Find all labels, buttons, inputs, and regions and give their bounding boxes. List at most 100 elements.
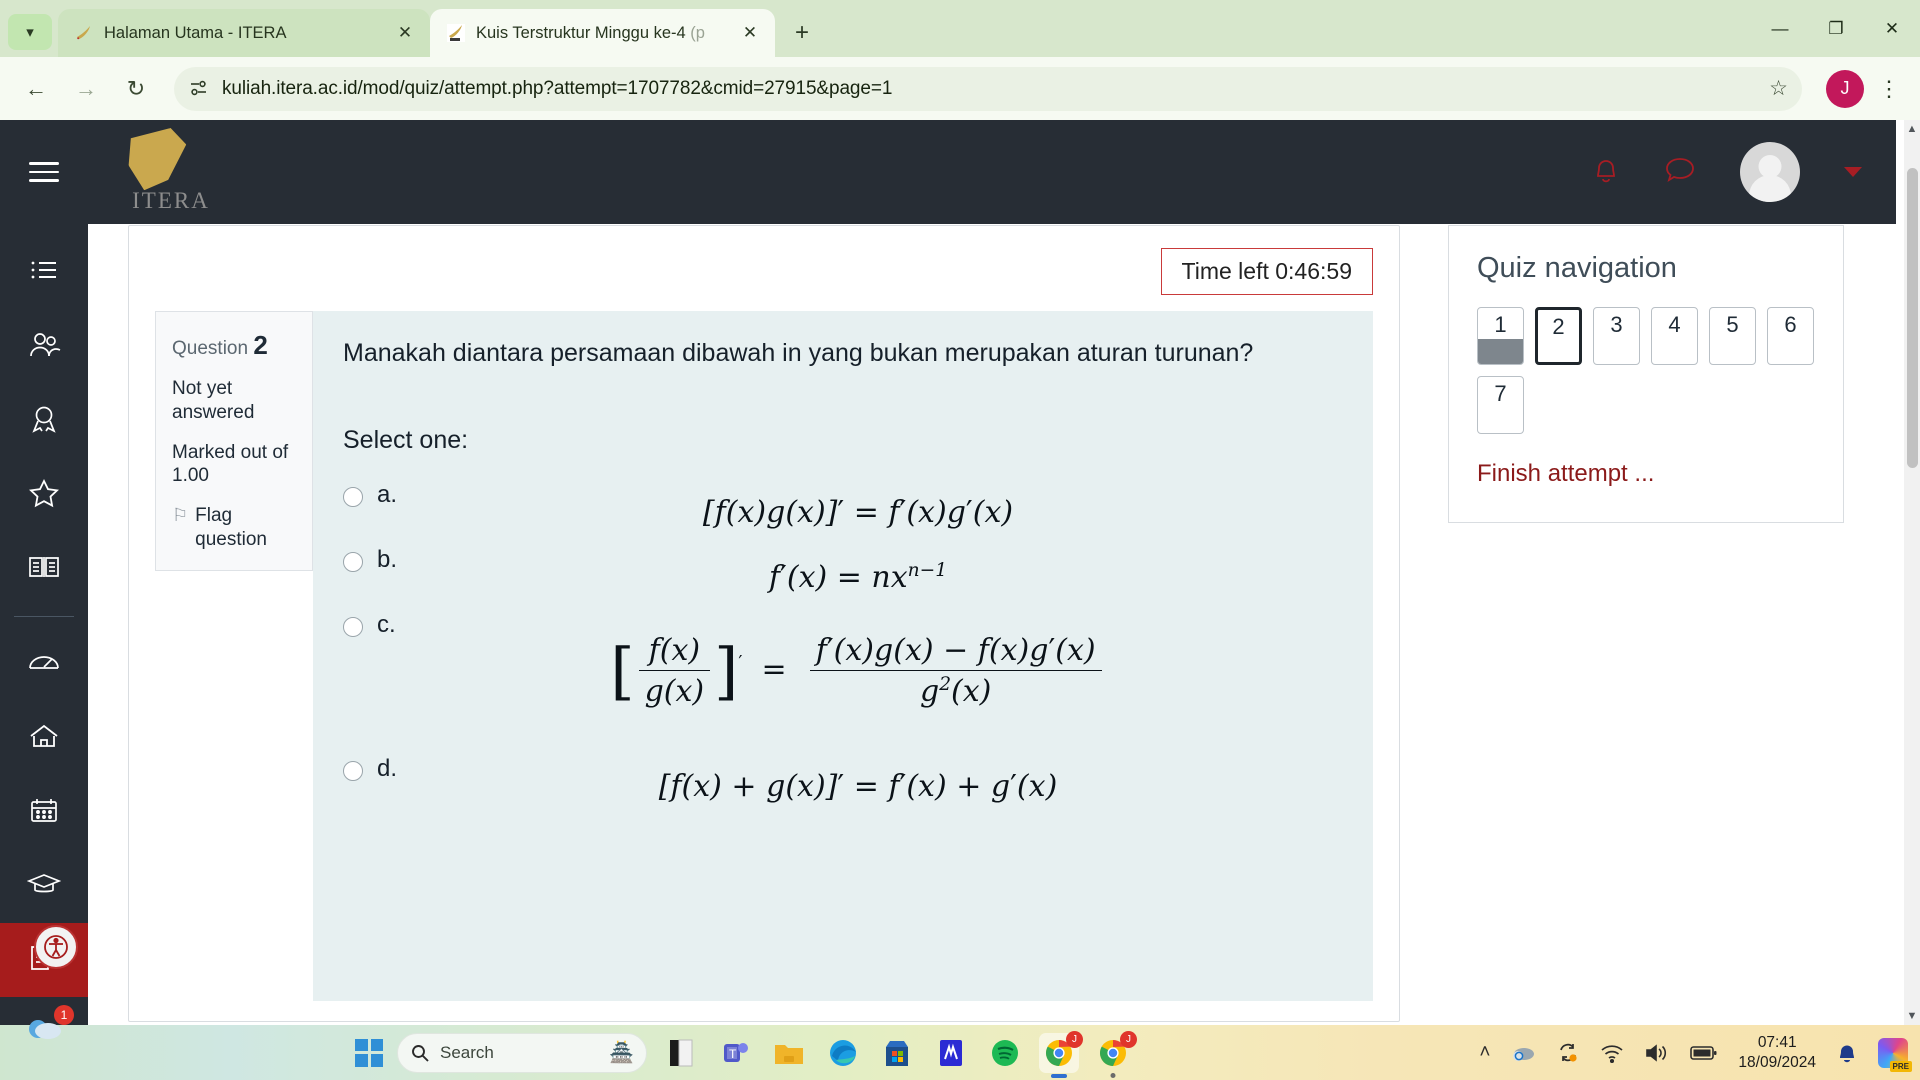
page-scrollbar[interactable]: ▲ ▼	[1904, 120, 1920, 1025]
rail-item-favourites[interactable]	[0, 458, 88, 532]
radio-a[interactable]	[343, 487, 363, 507]
rail-item-dashboard[interactable]	[0, 627, 88, 701]
file-explorer-app-icon[interactable]	[769, 1033, 809, 1073]
rail-item-calendar[interactable]	[0, 775, 88, 849]
window-controls: — ❐ ✕	[1752, 0, 1920, 57]
new-tab-button[interactable]: +	[785, 16, 819, 50]
menu-icon	[29, 156, 59, 188]
onedrive-icon[interactable]	[1510, 1043, 1536, 1063]
quiz-nav-button-4[interactable]: 4	[1651, 307, 1698, 365]
graduation-cap-icon	[26, 871, 62, 902]
back-button[interactable]: ←	[14, 67, 58, 111]
rail-item-courses[interactable]	[0, 532, 88, 606]
battery-icon[interactable]	[1690, 1045, 1718, 1061]
spotify-app-icon[interactable]	[985, 1033, 1025, 1073]
tab-search-icon[interactable]: ▾	[8, 14, 52, 50]
page-content: Time left 0:46:59 Question 2 Not yet ans…	[88, 224, 1896, 1025]
browser-tab-1-title: Halaman Utama - ITERA	[104, 23, 287, 42]
flag-question-button[interactable]: ⚐ Flag question	[172, 504, 296, 552]
bookmark-star-icon[interactable]: ☆	[1769, 76, 1788, 101]
answer-option-a[interactable]: a. [f(x)g(x)]′ = f′(x)g′(x)	[343, 481, 1343, 530]
browser-tab-2-title: Kuis Terstruktur Minggu ke-4 (p	[476, 23, 705, 42]
volume-icon[interactable]	[1644, 1043, 1670, 1063]
chrome-app-icon-1[interactable]: J	[1039, 1030, 1083, 1078]
list-icon	[29, 258, 59, 289]
answer-letter-b: b.	[377, 546, 398, 573]
close-window-icon[interactable]: ✕	[1864, 6, 1920, 52]
question-content: Manakah diantara persamaan dibawah in ya…	[313, 311, 1373, 1001]
radio-d[interactable]	[343, 761, 363, 781]
question-text: Manakah diantara persamaan dibawah in ya…	[343, 339, 1254, 367]
notification-count-badge: 1	[54, 1004, 74, 1025]
browser-tab-1[interactable]: Halaman Utama - ITERA ✕	[58, 9, 430, 57]
quiz-nav-button-5[interactable]: 5	[1709, 307, 1756, 365]
scrollbar-thumb[interactable]	[1907, 168, 1918, 468]
radio-b[interactable]	[343, 552, 363, 572]
rail-item-home[interactable]	[0, 701, 88, 775]
notepad-app-icon[interactable]	[661, 1033, 701, 1073]
taskbar-clock[interactable]: 07:41 18/09/2024	[1738, 1033, 1816, 1072]
gauge-icon	[27, 648, 61, 681]
app-open-indicator	[1110, 1072, 1116, 1078]
menu-toggle-button[interactable]	[0, 120, 88, 224]
browser-tab-2-close-icon[interactable]: ✕	[737, 20, 763, 46]
browser-tab-2[interactable]: Kuis Terstruktur Minggu ke-4 (p ✕	[430, 9, 775, 57]
chevron-down-icon[interactable]	[1844, 167, 1862, 177]
quiz-nav-button-3[interactable]: 3	[1593, 307, 1640, 365]
chrome-badge-2: J	[1120, 1030, 1137, 1048]
answer-option-c[interactable]: c. [f(x) g(x)]′ = f′(x)g(x) − f(x)g′(x) g2…	[343, 611, 1343, 709]
maximize-icon[interactable]: ❐	[1808, 6, 1864, 52]
bell-icon[interactable]	[1592, 154, 1620, 191]
answer-formula-b: f′(x) = nxn−1	[768, 560, 948, 595]
question-number: 2	[253, 330, 268, 360]
browser-profile-avatar[interactable]: J	[1826, 69, 1864, 108]
answer-option-d[interactable]: d. [f(x) + g(x)]′ = f′(x) + g′(x)	[343, 755, 1343, 804]
forward-button[interactable]: →	[64, 67, 108, 111]
itera-logo-text: ITERA	[132, 188, 210, 213]
browser-chrome: ▾ Halaman Utama - ITERA ✕ Kuis Terstrukt…	[0, 0, 1920, 120]
sync-icon[interactable]	[1556, 1042, 1580, 1064]
select-one-label: Select one:	[343, 426, 469, 454]
weather-widget[interactable]: 1	[24, 1003, 74, 1047]
flag-icon: ⚐	[172, 505, 189, 525]
microsoft-store-app-icon[interactable]	[877, 1033, 917, 1073]
chat-icon[interactable]	[1664, 155, 1696, 190]
quiz-navigation-panel: Quiz navigation 1 2 3 4 5 6 7 Finish att…	[1448, 225, 1844, 523]
address-bar[interactable]: kuliah.itera.ac.id/mod/quiz/attempt.php?…	[174, 66, 1802, 111]
accessibility-icon[interactable]	[34, 925, 78, 969]
quiz-nav-button-7[interactable]: 7	[1477, 376, 1524, 434]
reload-button[interactable]: ↻	[114, 67, 158, 111]
scroll-up-arrow-icon[interactable]: ▲	[1904, 120, 1920, 138]
quiz-nav-button-1[interactable]: 1	[1477, 307, 1524, 365]
windows-start-icon[interactable]	[355, 1038, 383, 1067]
itera-logo[interactable]: ITERA	[116, 124, 226, 220]
search-input[interactable]: Search 🏯	[397, 1032, 647, 1073]
site-settings-icon[interactable]	[188, 78, 216, 99]
quiz-timer: Time left 0:46:59	[1160, 248, 1373, 295]
scroll-down-arrow-icon[interactable]: ▼	[1904, 1007, 1920, 1025]
itera-icon	[74, 23, 94, 43]
taskbar-center: Search 🏯 T J J	[355, 1030, 1137, 1078]
browser-menu-icon[interactable]: ⋮	[1872, 76, 1906, 102]
rail-item-list[interactable]	[0, 236, 88, 310]
chrome-app-icon-2[interactable]: J	[1093, 1030, 1137, 1078]
radio-c[interactable]	[343, 617, 363, 637]
copilot-icon[interactable]: PRE	[1878, 1037, 1912, 1072]
minimize-icon[interactable]: —	[1752, 6, 1808, 52]
rail-item-grades[interactable]	[0, 849, 88, 923]
tray-overflow-icon[interactable]: ˄	[1479, 1042, 1490, 1064]
edge-app-icon[interactable]	[823, 1033, 863, 1073]
rail-item-participants[interactable]	[0, 310, 88, 384]
wifi-icon[interactable]	[1600, 1043, 1624, 1063]
quiz-nav-button-2[interactable]: 2	[1535, 307, 1582, 365]
mendeley-app-icon[interactable]	[931, 1033, 971, 1073]
rail-item-badges[interactable]	[0, 384, 88, 458]
finish-attempt-link[interactable]: Finish attempt ...	[1477, 460, 1815, 488]
browser-tab-1-close-icon[interactable]: ✕	[392, 20, 418, 46]
user-avatar[interactable]	[1740, 142, 1800, 202]
calendar-icon	[28, 796, 60, 829]
notification-bell-icon[interactable]	[1836, 1041, 1858, 1065]
answer-option-b[interactable]: b. f′(x) = nxn−1	[343, 546, 1343, 595]
teams-app-icon[interactable]: T	[715, 1033, 755, 1073]
quiz-nav-button-6[interactable]: 6	[1767, 307, 1814, 365]
